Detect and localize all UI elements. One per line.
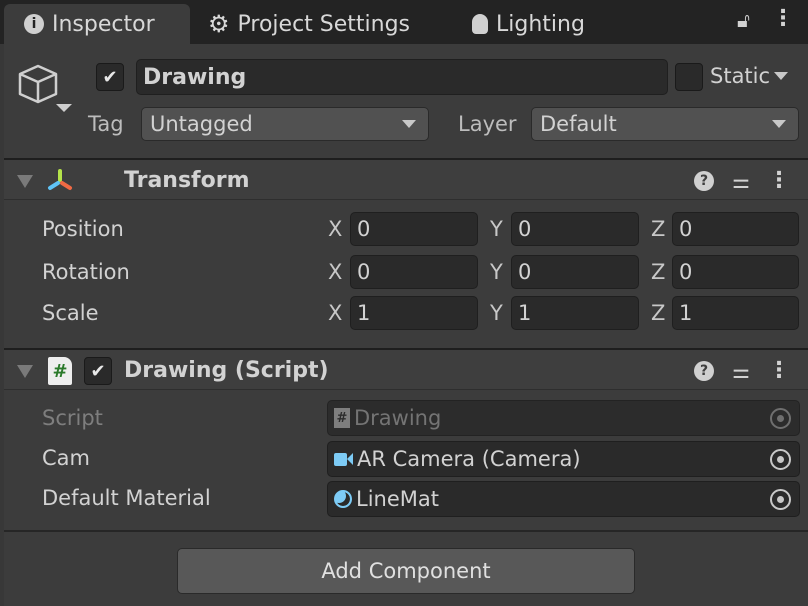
csharp-script-icon: # — [334, 408, 350, 428]
y-input[interactable]: 1 — [511, 296, 639, 330]
axis-label-y: Y — [490, 217, 503, 241]
tab-inspector[interactable]: i Inspector — [4, 4, 190, 44]
tab-lighting[interactable]: Lighting — [452, 4, 585, 44]
x-input[interactable]: 1 — [350, 296, 478, 330]
cam-field[interactable]: AR Camera (Camera) — [327, 441, 800, 477]
layer-label: Layer — [458, 112, 517, 136]
material-icon — [334, 490, 352, 508]
x-input[interactable]: 0 — [350, 255, 478, 289]
chevron-down-icon — [402, 120, 416, 128]
transform-icon — [46, 168, 74, 199]
lock-icon[interactable]: 🔓︎ — [737, 8, 750, 32]
static-dropdown[interactable]: Static — [710, 64, 789, 88]
x-input[interactable]: 0 — [350, 212, 478, 246]
object-picker-icon[interactable] — [770, 449, 791, 470]
axis-label-y: Y — [490, 260, 503, 284]
foldout-arrow-icon[interactable] — [17, 365, 33, 378]
transform-scale-label: Scale — [42, 301, 99, 325]
transform-rotation-label: Rotation — [42, 260, 130, 284]
active-checkbox[interactable]: ✔ — [96, 63, 124, 91]
object-name-input[interactable]: Drawing — [136, 59, 668, 95]
axis-label-z: Z — [651, 217, 666, 241]
divider — [4, 530, 808, 532]
tag-dropdown[interactable]: Untagged — [141, 107, 429, 141]
script-label: Script — [42, 406, 103, 430]
help-icon[interactable]: ? — [694, 360, 715, 381]
info-icon: i — [24, 14, 44, 34]
more-menu-icon[interactable]: ⋮ — [768, 358, 790, 383]
axis-label-y: Y — [490, 301, 503, 325]
static-checkbox[interactable] — [675, 63, 703, 91]
script-enabled-checkbox[interactable]: ✔ — [84, 357, 112, 385]
camera-icon — [334, 452, 353, 466]
chevron-down-icon — [772, 120, 786, 128]
z-input[interactable]: 0 — [672, 212, 799, 246]
component-tools: ? ⚌ ⋮ — [694, 358, 790, 383]
z-input[interactable]: 0 — [672, 255, 799, 289]
presets-icon[interactable]: ⚌ — [732, 169, 750, 193]
script-title: Drawing (Script) — [124, 358, 329, 383]
axis-label-z: Z — [651, 260, 666, 284]
component-tools: ? ⚌ ⋮ — [694, 168, 790, 193]
z-input[interactable]: 1 — [672, 296, 799, 330]
transform-title: Transform — [124, 168, 250, 193]
transform-position-label: Position — [42, 217, 124, 241]
script-field: # Drawing — [327, 400, 800, 436]
y-input[interactable]: 0 — [511, 255, 639, 289]
more-menu-icon[interactable]: ⋮ — [772, 6, 794, 31]
tag-label: Tag — [88, 112, 124, 136]
y-input[interactable]: 0 — [511, 212, 639, 246]
add-component-button[interactable]: Add Component — [177, 548, 635, 594]
layer-dropdown[interactable]: Default — [531, 107, 799, 141]
help-icon[interactable]: ? — [694, 170, 715, 191]
default-material-label: Default Material — [42, 486, 211, 510]
axis-label-x: X — [328, 217, 343, 241]
axis-label-x: X — [328, 260, 343, 284]
gear-icon: ⚙ — [208, 10, 230, 38]
axis-label-x: X — [328, 301, 343, 325]
chevron-down-icon — [774, 72, 789, 80]
presets-icon[interactable]: ⚌ — [732, 359, 750, 383]
more-menu-icon[interactable]: ⋮ — [768, 168, 790, 193]
default-material-field[interactable]: LineMat — [327, 481, 800, 517]
foldout-arrow-icon[interactable] — [17, 175, 33, 188]
object-picker-icon[interactable] — [770, 489, 791, 510]
cam-label: Cam — [42, 446, 90, 470]
lightbulb-icon — [472, 14, 488, 34]
csharp-script-icon: # — [48, 357, 72, 385]
axis-label-z: Z — [651, 301, 666, 325]
tab-project-settings[interactable]: ⚙ Project Settings — [188, 4, 410, 44]
object-picker-icon — [770, 408, 791, 429]
gameobject-icon[interactable] — [16, 62, 76, 123]
